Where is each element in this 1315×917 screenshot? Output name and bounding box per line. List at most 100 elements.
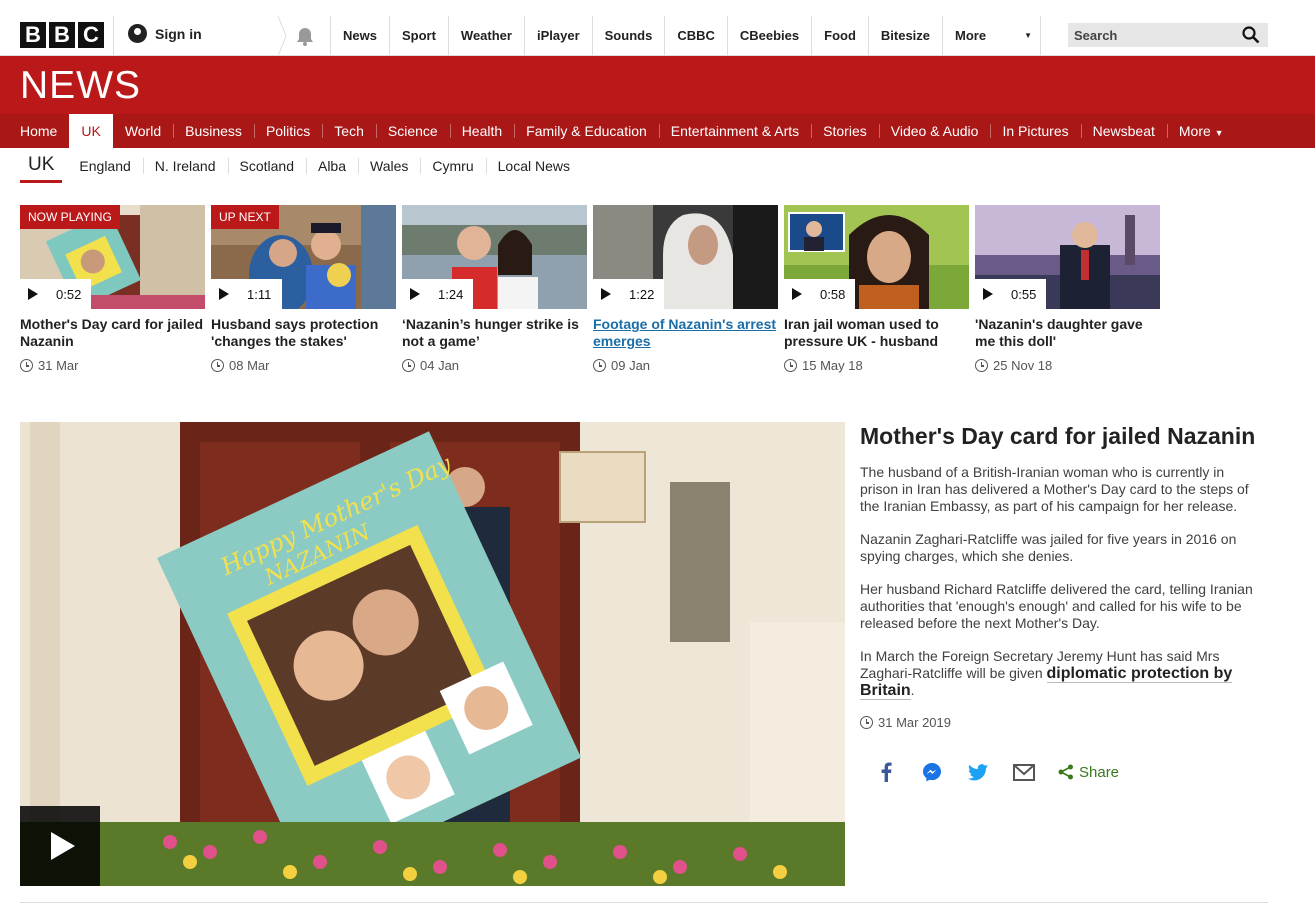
section-home[interactable]: Home xyxy=(8,114,69,148)
video-date-text: 25 Nov 18 xyxy=(993,358,1053,373)
nav-cbeebies[interactable]: CBeebies xyxy=(726,16,811,56)
paragraph-text: . xyxy=(910,682,915,698)
nav-more-dropdown[interactable]: More ▼ xyxy=(942,16,1042,56)
video-date-text: 15 May 18 xyxy=(802,358,863,373)
uk-subnav: UK England N. Ireland Scotland Alba Wale… xyxy=(20,148,582,184)
section-more-dropdown[interactable]: More ▼ xyxy=(1166,114,1236,148)
notifications-bell-icon[interactable] xyxy=(278,16,328,56)
video-title[interactable]: Husband says protection 'changes the sta… xyxy=(211,316,396,350)
video-card[interactable]: 1:22 Footage of Nazanin's arrest emerges… xyxy=(593,205,778,373)
section-divider xyxy=(20,902,1268,903)
section-more-label: More xyxy=(1178,123,1211,139)
video-duration: 1:22 xyxy=(629,286,655,302)
play-button[interactable]: 1:11 xyxy=(211,279,282,309)
twitter-icon xyxy=(968,763,988,780)
video-date-text: 04 Jan xyxy=(420,358,460,373)
section-family-education[interactable]: Family & Education xyxy=(514,114,659,148)
video-title[interactable]: 'Nazanin's daughter gave me this doll' xyxy=(975,316,1160,350)
video-thumbnail[interactable]: 0:55 xyxy=(975,205,1160,309)
section-politics[interactable]: Politics xyxy=(253,114,322,148)
video-thumbnail[interactable]: 1:24 xyxy=(402,205,587,309)
video-duration: 0:52 xyxy=(56,286,82,302)
section-world[interactable]: World xyxy=(113,114,173,148)
nav-news[interactable]: News xyxy=(330,16,389,56)
now-playing-badge: NOW PLAYING xyxy=(20,205,120,229)
play-button[interactable]: 0:55 xyxy=(975,279,1046,309)
video-date: 04 Jan xyxy=(402,358,587,373)
messenger-share-button[interactable] xyxy=(920,760,944,784)
facebook-share-button[interactable] xyxy=(874,760,898,784)
video-card[interactable]: 1:24 ‘Nazanin’s hunger strike is not a g… xyxy=(402,205,587,373)
play-button[interactable]: 1:22 xyxy=(593,279,664,309)
article-paragraph: Nazanin Zaghari-Ratcliffe was jailed for… xyxy=(860,531,1237,564)
video-thumbnail[interactable]: NOW PLAYING 0:52 xyxy=(20,205,205,309)
news-brand-link[interactable]: NEWS xyxy=(20,64,141,108)
subnav-local-news[interactable]: Local News xyxy=(485,157,582,175)
video-duration: 0:55 xyxy=(1011,286,1037,302)
video-title[interactable]: Iran jail woman used to pressure UK - hu… xyxy=(784,316,969,350)
nav-iplayer[interactable]: iPlayer xyxy=(523,16,592,56)
section-video-audio[interactable]: Video & Audio xyxy=(878,114,991,148)
video-card[interactable]: UP NEXT 1:11 Husband says protection 'ch… xyxy=(211,205,396,373)
featured-video-player[interactable]: Happy Mother's Day NAZANIN xyxy=(20,422,845,886)
video-date-text: 09 Jan xyxy=(611,358,651,373)
nav-bitesize[interactable]: Bitesize xyxy=(867,16,942,56)
video-title[interactable]: Mother's Day card for jailed Nazanin xyxy=(20,316,205,350)
video-duration: 1:24 xyxy=(438,286,464,302)
section-newsbeat[interactable]: Newsbeat xyxy=(1080,114,1167,148)
video-title-link[interactable]: Footage of Nazanin's arrest emerges xyxy=(593,316,778,350)
nav-sport[interactable]: Sport xyxy=(388,16,448,56)
twitter-share-button[interactable] xyxy=(966,760,990,784)
video-card[interactable]: 0:58 Iran jail woman used to pressure UK… xyxy=(784,205,969,373)
featured-play-button[interactable] xyxy=(20,806,100,886)
nav-sounds[interactable]: Sounds xyxy=(591,16,665,56)
video-thumbnail[interactable]: 0:58 xyxy=(784,205,969,309)
search-icon[interactable] xyxy=(1242,26,1260,44)
section-business[interactable]: Business xyxy=(173,114,254,148)
video-thumbnail[interactable]: UP NEXT 1:11 xyxy=(211,205,396,309)
user-icon xyxy=(128,24,147,43)
video-card[interactable]: 0:55 'Nazanin's daughter gave me this do… xyxy=(975,205,1160,373)
search-input[interactable] xyxy=(1068,23,1228,47)
play-button[interactable]: 0:52 xyxy=(20,279,91,309)
bbc-logo[interactable]: B B C xyxy=(20,22,104,48)
section-entertainment-arts[interactable]: Entertainment & Arts xyxy=(658,114,811,148)
play-button[interactable]: 1:24 xyxy=(402,279,473,309)
subnav-wales[interactable]: Wales xyxy=(358,157,420,175)
section-in-pictures[interactable]: In Pictures xyxy=(990,114,1080,148)
video-thumbnail[interactable]: 1:22 xyxy=(593,205,778,309)
section-tech[interactable]: Tech xyxy=(322,114,376,148)
nav-weather[interactable]: Weather xyxy=(447,16,524,56)
subnav-cymru[interactable]: Cymru xyxy=(420,157,485,175)
video-duration: 1:11 xyxy=(247,286,272,302)
clock-icon xyxy=(860,716,873,729)
section-stories[interactable]: Stories xyxy=(811,114,879,148)
subnav-current[interactable]: UK xyxy=(20,149,63,183)
video-title[interactable]: ‘Nazanin’s hunger strike is not a game’ xyxy=(402,316,587,350)
section-health[interactable]: Health xyxy=(449,114,514,148)
global-nav: News Sport Weather iPlayer Sounds CBBC C… xyxy=(330,16,1042,56)
video-date: 09 Jan xyxy=(593,358,778,373)
article-paragraph: The husband of a British-Iranian woman w… xyxy=(860,464,1249,514)
nav-food[interactable]: Food xyxy=(811,16,868,56)
email-share-button[interactable] xyxy=(1012,760,1036,784)
share-button[interactable]: Share xyxy=(1058,760,1119,784)
section-science[interactable]: Science xyxy=(375,114,450,148)
article-title: Mother's Day card for jailed Nazanin xyxy=(860,423,1256,449)
subnav-n-ireland[interactable]: N. Ireland xyxy=(142,157,228,175)
nav-cbbc[interactable]: CBBC xyxy=(664,16,727,56)
subnav-scotland[interactable]: Scotland xyxy=(227,157,306,175)
sign-in-link[interactable]: Sign in xyxy=(128,24,202,43)
play-icon xyxy=(792,288,802,300)
video-date: 31 Mar xyxy=(20,358,205,373)
subnav-alba[interactable]: Alba xyxy=(305,157,358,175)
news-banner: NEWS xyxy=(0,56,1315,114)
logo-letter: C xyxy=(78,22,104,48)
subnav-england[interactable]: England xyxy=(67,157,142,175)
play-icon xyxy=(410,288,420,300)
play-button[interactable]: 0:58 xyxy=(784,279,855,309)
video-playlist: NOW PLAYING 0:52 Mother's Day card for j… xyxy=(20,205,1160,373)
logo-letter: B xyxy=(20,22,46,48)
video-card[interactable]: NOW PLAYING 0:52 Mother's Day card for j… xyxy=(20,205,205,373)
section-uk[interactable]: UK xyxy=(69,114,113,148)
